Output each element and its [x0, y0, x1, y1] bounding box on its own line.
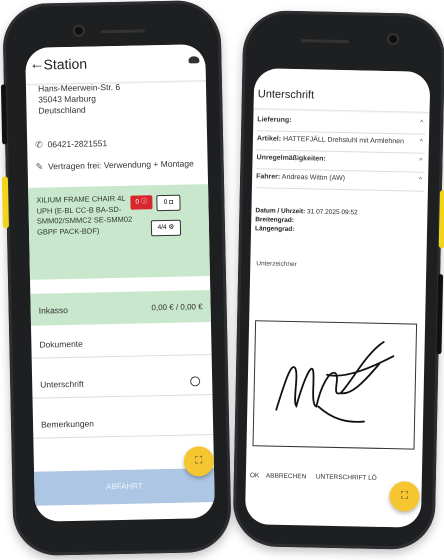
back-arrow-icon[interactable]: ←: [29, 55, 44, 72]
right-phone: Unterschrift Lieferung: ^ Artikel: HATTE…: [232, 9, 444, 551]
signature-header: Unterschrift: [253, 68, 431, 112]
longitude-label: Längengrad:: [254, 225, 295, 234]
ok-button[interactable]: OK: [250, 472, 260, 479]
chevron-up-icon[interactable]: ^: [420, 139, 423, 146]
scan-fab-icon[interactable]: ⛶: [389, 481, 420, 512]
contract-text: Vertragen frei: Verwendung + Montage: [47, 158, 194, 172]
signature-pad[interactable]: [252, 320, 418, 450]
signature-row[interactable]: Unterschrift: [31, 364, 213, 399]
page-title: Unterschrift: [257, 88, 315, 102]
right-side-rail: [436, 274, 444, 355]
datetime-label: Datum / Uhrzeit:: [255, 207, 306, 216]
right-camera: [388, 34, 398, 44]
left-side-rail: [0, 84, 8, 145]
product-card[interactable]: XILIUM FRAME CHAIR 4L UPH (E-BL CC-B BA-…: [28, 184, 210, 280]
delivery-summary: Lieferung: ^ Artikel: HATTEFJÄLL Drehstu…: [255, 112, 426, 192]
fahrer-value: Andreas Wittin (AW): [281, 173, 346, 183]
cancel-button[interactable]: ABBRECHEN: [266, 473, 307, 481]
remarks-row[interactable]: Bemerkungen: [32, 404, 214, 439]
fahrer-label: Fahrer:: [256, 173, 281, 181]
lieferung-label: Lieferung:: [257, 116, 292, 124]
photo-button[interactable]: 0 ◘: [156, 194, 181, 212]
left-phone: ← Station Hans-Meerwein-Str. 6 35043 Mar…: [0, 0, 232, 557]
artikel-value: HATTEFJÄLL Drehstuhl mit Armlehnen: [282, 135, 405, 146]
datetime-block: Datum / Uhrzeit: 31.07.2025 09:52 Breite…: [255, 206, 358, 235]
signature-label: Unterschrift: [40, 378, 84, 390]
chevron-up-icon[interactable]: ^: [419, 158, 422, 165]
inkasso-row[interactable]: Inkasso 0,00 € / 0,00 €: [30, 290, 211, 326]
chevron-up-icon[interactable]: ^: [419, 177, 422, 184]
documents-row[interactable]: Dokumente: [31, 324, 212, 359]
latitude-label: Breitengrad:: [255, 216, 294, 225]
datetime-value: 31.07.2025 09:52: [307, 208, 358, 217]
right-screen: Unterschrift Lieferung: ^ Artikel: HATTE…: [244, 68, 431, 528]
phone-icon: ✆: [35, 139, 43, 150]
signer-field[interactable]: Unterzeichner: [256, 260, 297, 268]
wrench-icon: ✎: [35, 161, 44, 172]
artikel-label: Artikel:: [256, 135, 282, 143]
cloud-icon[interactable]: [188, 56, 200, 64]
left-screen: ← Station Hans-Meerwein-Str. 6 35043 Mar…: [25, 44, 216, 522]
phone-number: 06421-2821551: [47, 138, 108, 150]
remarks-label: Bemerkungen: [40, 418, 95, 430]
right-speaker: [300, 39, 350, 44]
documents-label: Dokumente: [39, 338, 83, 350]
address-country: Deutschland: [38, 104, 86, 116]
phone-row[interactable]: ✆ 06421-2821551: [35, 138, 107, 151]
signature-radio[interactable]: [190, 376, 201, 387]
clear-signature-button[interactable]: UNTERSCHRIFT LÖ: [316, 474, 377, 482]
chevron-up-icon[interactable]: ^: [420, 120, 423, 127]
left-scan-side-button[interactable]: [1, 176, 9, 229]
summary-row[interactable]: Fahrer: Andreas Wittin (AW) ^: [255, 169, 425, 192]
product-description: XILIUM FRAME CHAIR 4L UPH (E-BL CC-B BA-…: [36, 193, 133, 237]
contract-row: ✎ Vertragen frei: Verwendung + Montage: [36, 158, 194, 172]
signature-drawing: [275, 341, 395, 423]
address-block: Hans-Meerwein-Str. 6 35043 Marburg Deuts…: [38, 80, 199, 116]
inkasso-value: 0,00 € / 0,00 €: [151, 302, 203, 313]
right-scan-side-button[interactable]: [438, 190, 444, 249]
damage-info-button[interactable]: 0 ⓘ: [130, 195, 153, 210]
left-camera: [74, 26, 83, 35]
station-header: ← Station: [25, 44, 206, 84]
parts-count-button[interactable]: 4/4 ⚙: [150, 219, 182, 237]
unregel-label: Unregelmäßigkeiten:: [256, 154, 326, 163]
abfahrt-button[interactable]: ABFAHRT: [34, 468, 215, 506]
page-title: Station: [43, 55, 88, 73]
inkasso-label: Inkasso: [38, 305, 69, 316]
left-speaker: [100, 29, 145, 34]
